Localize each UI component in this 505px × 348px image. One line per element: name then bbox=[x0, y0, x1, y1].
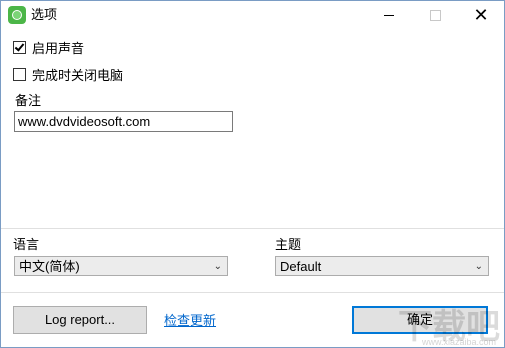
language-label: 语言 bbox=[13, 237, 40, 252]
enable-sound-checkbox[interactable] bbox=[13, 40, 26, 54]
note-field[interactable]: www.dvdvideosoft.com bbox=[14, 111, 233, 132]
watermark-url: www.xiazaiba.com bbox=[421, 337, 496, 347]
close-icon: ✕ bbox=[473, 4, 489, 26]
chevron-down-icon: ⌄ bbox=[213, 261, 222, 272]
language-select[interactable]: 中文(简体) ⌄ bbox=[14, 256, 228, 276]
note-label: 备注 bbox=[15, 93, 42, 108]
log-report-button[interactable]: Log report... bbox=[13, 306, 147, 334]
theme-selected-value: Default bbox=[280, 259, 322, 274]
theme-label: 主题 bbox=[275, 237, 302, 252]
enable-sound-label: 启用声音 bbox=[32, 40, 85, 56]
theme-select[interactable]: Default ⌄ bbox=[275, 256, 489, 276]
footer-divider bbox=[1, 292, 504, 293]
divider bbox=[1, 228, 504, 229]
window-title: 选项 bbox=[31, 7, 58, 22]
check-updates-link[interactable]: 检查更新 bbox=[164, 313, 216, 329]
minimize-icon bbox=[384, 15, 394, 16]
shutdown-checkbox[interactable] bbox=[13, 67, 26, 81]
shutdown-label: 完成时关闭电脑 bbox=[32, 67, 124, 83]
maximize-button[interactable] bbox=[412, 1, 458, 30]
shutdown-option[interactable]: 完成时关闭电脑 bbox=[13, 66, 124, 83]
ok-button[interactable]: 确定 bbox=[352, 306, 488, 334]
chevron-down-icon: ⌄ bbox=[474, 261, 483, 272]
title-bar: 选项 ✕ bbox=[1, 1, 504, 30]
maximize-icon bbox=[429, 10, 441, 21]
language-selected-value: 中文(简体) bbox=[19, 259, 80, 274]
enable-sound-option[interactable]: 启用声音 bbox=[13, 39, 85, 56]
close-button[interactable]: ✕ bbox=[458, 1, 504, 30]
options-dialog: 选项 ✕ 启用声音 完成时关闭电脑 备注 www.dvdvideosoft.co… bbox=[0, 0, 505, 348]
app-logo-icon bbox=[8, 6, 26, 24]
minimize-button[interactable] bbox=[366, 1, 412, 30]
